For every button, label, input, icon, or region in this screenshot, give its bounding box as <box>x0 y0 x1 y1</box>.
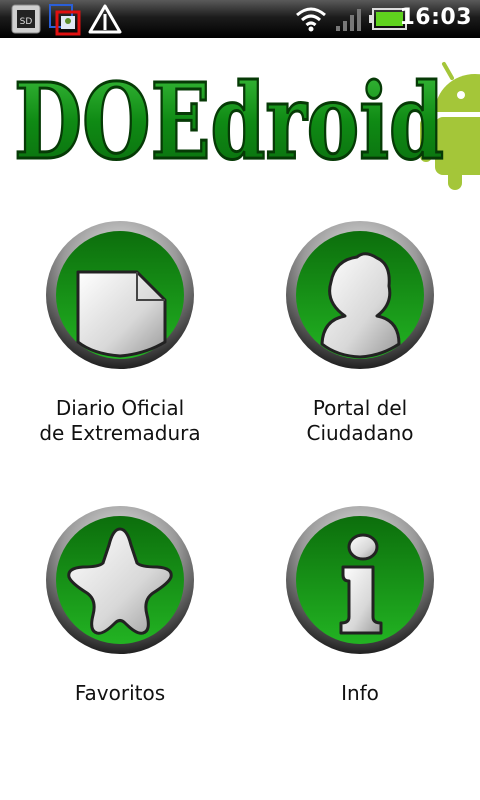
menu-item-favoritos[interactable]: Favoritos <box>0 505 240 715</box>
status-bar: SD 16:03 <box>0 0 480 38</box>
diario-label: Diario Oficial de Extremadura <box>39 396 201 445</box>
info-icon <box>286 506 434 654</box>
star-icon <box>46 506 194 654</box>
menu-item-portal-ciudadano[interactable]: Portal del Ciudadano <box>240 220 480 460</box>
warning-icon <box>88 4 122 34</box>
info-label: Info <box>341 681 379 705</box>
wifi-icon <box>296 7 326 32</box>
document-icon <box>46 221 194 369</box>
menu-item-info[interactable]: Info <box>240 505 480 715</box>
signal-icon <box>336 9 361 31</box>
person-icon <box>286 221 434 369</box>
notification-icon[interactable] <box>49 4 81 36</box>
clock: 16:03 <box>399 5 472 30</box>
svg-text:SD: SD <box>20 17 33 27</box>
logo-text: DOEdroid <box>14 60 444 183</box>
doedroid-logo: DOEdroid <box>13 59 480 190</box>
sd-card-icon: SD <box>11 4 41 34</box>
portal-label: Portal del Ciudadano <box>306 396 414 445</box>
favoritos-label: Favoritos <box>74 681 166 705</box>
menu-item-diario-oficial[interactable]: Diario Oficial de Extremadura <box>0 220 240 460</box>
